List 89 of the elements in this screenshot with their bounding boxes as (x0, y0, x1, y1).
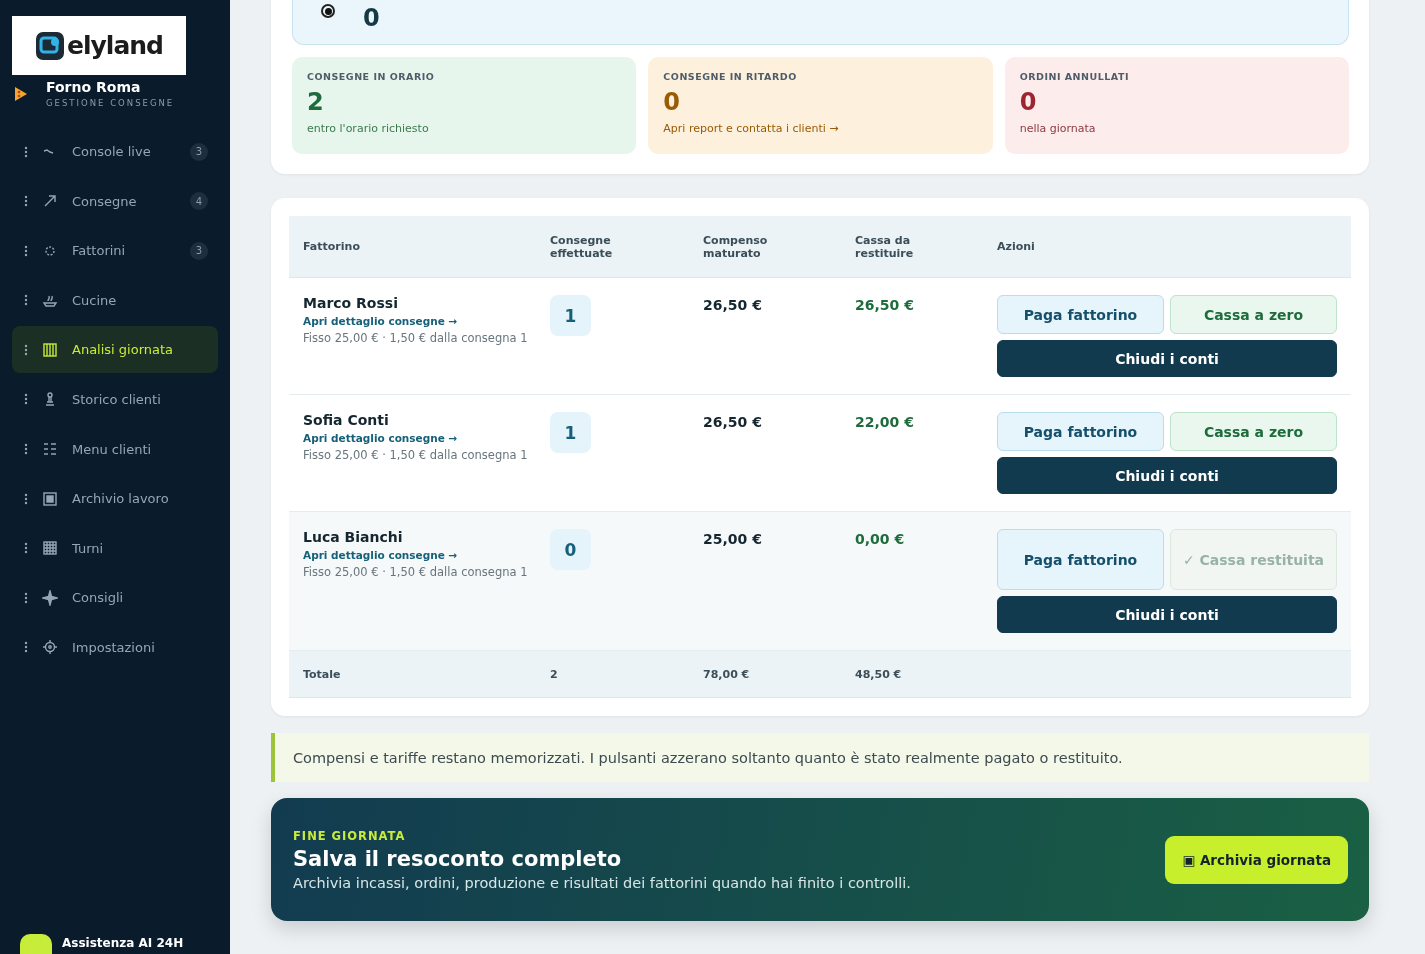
close-accounts-button[interactable]: Chiudi i conti (997, 340, 1337, 377)
courier-name: Sofia Conti (303, 412, 390, 428)
tariff-text: Fisso 25,00 € · 1,50 € dalla consegna 1 (303, 565, 529, 579)
assistant-icon (20, 934, 52, 954)
pizza-icon (14, 85, 28, 102)
settings-icon (42, 639, 58, 656)
column-header: Azioni (997, 240, 1036, 253)
drag-handle-icon[interactable] (24, 443, 28, 456)
courier-name: Marco Rossi (303, 295, 399, 311)
logo-icon (35, 30, 65, 61)
pay-button[interactable]: Paga fattorino (997, 412, 1164, 451)
cash-amount: 26,50 € (855, 296, 914, 313)
list-icon (42, 441, 58, 458)
cash-button[interactable]: Cassa a zero (1170, 295, 1337, 334)
stat-note: nella giornata (1019, 122, 1097, 135)
sidebar-item[interactable]: Analisi giornata (12, 326, 218, 374)
stat-value: 0 (663, 88, 682, 116)
count-badge: 3 (190, 241, 208, 260)
count-badge: 3 (190, 142, 208, 161)
cash-amount: 0,00 € (855, 530, 905, 547)
pay-button[interactable]: Paga fattorino (997, 529, 1164, 590)
drag-handle-icon[interactable] (24, 244, 28, 257)
assistant-link[interactable]: Assistenza AI 24H (62, 936, 184, 950)
drag-handle-icon[interactable] (24, 641, 28, 654)
store-subtitle: GESTIONE CONSEGNE (46, 98, 175, 108)
earned-amount: 26,50 € (703, 413, 762, 430)
info-note: Compensi e tariffe restano memorizzati. I pulsanti azzerano soltanto quanto è stato realmente pagato o restituito. (271, 733, 1369, 782)
sidebar-item[interactable]: Archivio lavoro (12, 475, 218, 523)
stat-note: entro l'orario richiesto (307, 122, 430, 135)
drag-handle-icon[interactable] (24, 591, 28, 604)
option-value: 0 (363, 4, 380, 32)
details-link[interactable]: Apri dettaglio consegne → (303, 432, 550, 444)
stat-note: Apri report e contatta i clienti → (663, 122, 840, 135)
total-cell-text: 48,50 € (855, 667, 903, 681)
sidebar-item[interactable]: Consegne 4 (12, 177, 218, 225)
close-accounts-button[interactable]: Chiudi i conti (997, 596, 1337, 633)
sidebar-item[interactable]: Menu clienti (12, 425, 218, 473)
stat-label: CONSEGNE IN RITARDO (663, 71, 798, 82)
details-link[interactable]: Apri dettaglio consegne → (303, 549, 550, 561)
cash-amount: 22,00 € (855, 413, 914, 430)
earned-amount: 26,50 € (703, 296, 762, 313)
column-header: Compenso maturato (703, 233, 769, 260)
brand-logo: elyland (12, 16, 186, 75)
drag-handle-icon[interactable] (24, 542, 28, 555)
deliveries-count: 0 (550, 529, 591, 570)
banner-title: Salva il resoconto completo (293, 846, 623, 871)
stat-value: 0 (1019, 88, 1038, 116)
archive-button[interactable]: ▣ Archivia giornata (1165, 835, 1348, 884)
count-badge: 4 (190, 192, 208, 211)
drag-handle-icon[interactable] (24, 145, 28, 158)
total-label: Totale (302, 667, 342, 681)
sidebar-item[interactable]: Impostazioni (12, 623, 218, 671)
sidebar-item[interactable]: Fattorini 3 (12, 227, 218, 275)
tariff-text: Fisso 25,00 € · 1,50 € dalla consegna 1 (303, 448, 529, 462)
tariff-text: Fisso 25,00 € · 1,50 € dalla consegna 1 (303, 331, 529, 345)
total-cell-text: 2 (550, 667, 559, 681)
column-header: Consegne effettuate (550, 233, 614, 260)
total-cell-text: 78,00 € (703, 667, 751, 681)
sidebar-item[interactable]: Storico clienti (12, 375, 218, 423)
details-link[interactable]: Apri dettaglio consegne → (303, 315, 550, 327)
drag-handle-icon[interactable] (24, 492, 28, 505)
drag-handle-icon[interactable] (24, 294, 28, 307)
courier-name: Luca Bianchi (303, 529, 404, 545)
column-header: Fattorino (302, 240, 361, 253)
stat-label: ORDINI ANNULLATI (1019, 71, 1130, 82)
drag-handle-icon[interactable] (24, 343, 28, 356)
drag-handle-icon[interactable] (24, 195, 28, 208)
store-name: Forno Roma (46, 79, 142, 95)
sparkle-icon (42, 589, 58, 606)
bars-icon (42, 341, 58, 358)
sidebar-item[interactable]: Turni (12, 524, 218, 572)
stat-value: 2 (307, 88, 325, 116)
square-icon (42, 490, 58, 507)
stat-label: CONSEGNE IN ORARIO (307, 71, 436, 82)
sidebar-item[interactable]: Console live 3 (12, 128, 218, 175)
radio-button[interactable] (321, 4, 335, 18)
deliveries-count: 1 (550, 295, 591, 336)
earned-amount: 25,00 € (703, 530, 762, 547)
deliveries-count: 1 (550, 412, 591, 453)
column-header: Cassa da restituire (855, 233, 915, 260)
sidebar-item[interactable]: Consigli (12, 574, 218, 622)
drag-handle-icon[interactable] (24, 393, 28, 406)
pay-button[interactable]: Paga fattorino (997, 295, 1164, 334)
close-accounts-button[interactable]: Chiudi i conti (997, 457, 1337, 494)
banner-text: Archivia incassi, ordini, produzione e risultati dei fattorini quando hai finito i controlli. (293, 874, 912, 891)
sidebar-item[interactable]: Cucine (12, 276, 218, 324)
grid-icon (42, 540, 58, 557)
cash-button[interactable]: Cassa a zero (1170, 412, 1337, 451)
banner-eyebrow: FINE GIORNATA (293, 828, 407, 843)
